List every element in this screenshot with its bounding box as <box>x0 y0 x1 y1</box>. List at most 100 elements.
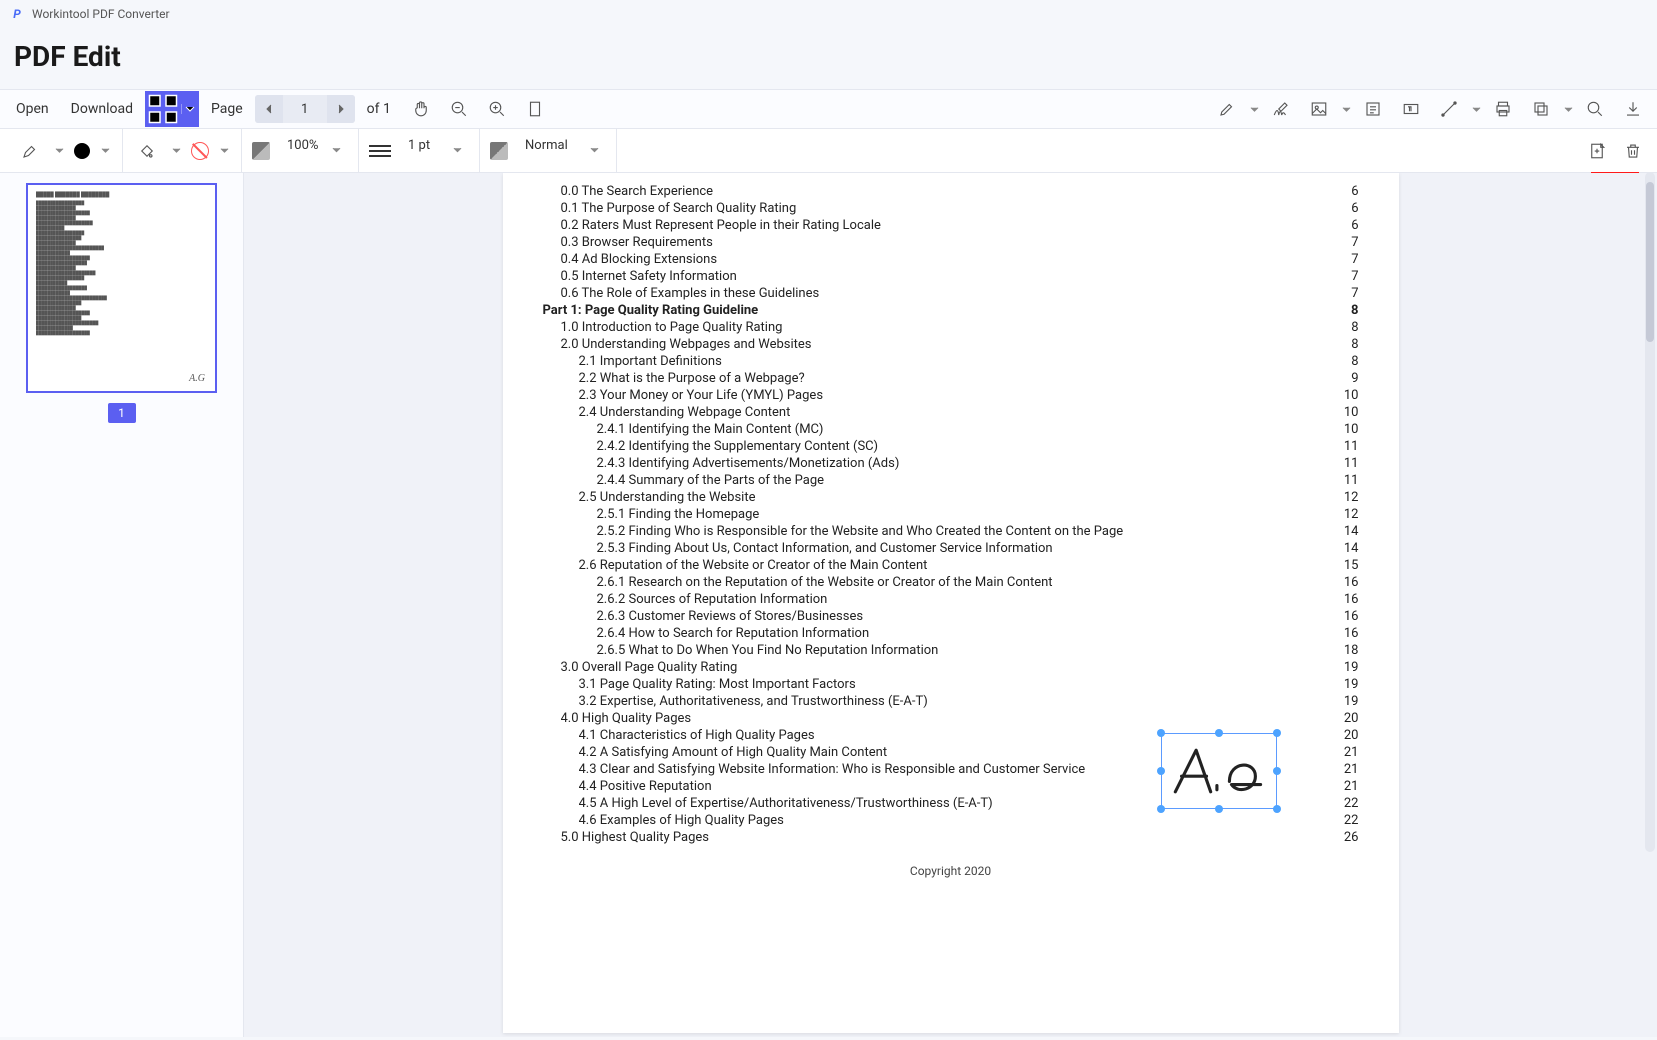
toc-row: 2.0 Understanding Webpages and Websites8 <box>543 336 1359 353</box>
border-color-dropdown[interactable] <box>217 146 231 155</box>
eyedropper-button[interactable] <box>16 137 44 165</box>
print-button[interactable] <box>1485 91 1521 127</box>
bucket-dropdown[interactable] <box>169 146 183 155</box>
copy-dropdown[interactable] <box>1561 105 1575 114</box>
toc-title: 2.6.5 What to Do When You Find No Reputa… <box>597 643 939 658</box>
image-button[interactable] <box>1301 91 1337 127</box>
toc-page: 22 <box>1329 796 1359 811</box>
toc-row: 2.6.2 Sources of Reputation Information1… <box>543 591 1359 608</box>
fill-color-swatch[interactable] <box>74 143 90 159</box>
textbox-button[interactable] <box>1393 91 1429 127</box>
blend-mode-select[interactable]: Normal <box>516 137 606 165</box>
toc-title: 2.6.4 How to Search for Reputation Infor… <box>597 626 870 641</box>
toc-title: 2.1 Important Definitions <box>579 354 722 369</box>
page-number-input[interactable] <box>283 95 327 123</box>
toc-title: 4.2 A Satisfying Amount of High Quality … <box>579 745 888 760</box>
toc-row: 2.6 Reputation of the Website or Creator… <box>543 557 1359 574</box>
toc-title: 2.4.4 Summary of the Parts of the Page <box>597 473 825 488</box>
resize-handle-n[interactable] <box>1215 729 1223 737</box>
toc-page: 7 <box>1329 286 1359 301</box>
toc-row: 2.2 What is the Purpose of a Webpage?9 <box>543 370 1359 387</box>
workspace: █████ ███████ ████████ █████████████████… <box>0 173 1657 1037</box>
thumbnails-toggle-button[interactable] <box>145 91 199 127</box>
toc-page: 15 <box>1329 558 1359 573</box>
open-button[interactable]: Open <box>6 95 59 123</box>
scrollbar-thumb[interactable] <box>1646 182 1654 342</box>
thumbnail-panel: █████ ███████ ████████ █████████████████… <box>0 173 244 1037</box>
add-page-button[interactable] <box>1579 133 1615 169</box>
resize-handle-nw[interactable] <box>1157 729 1165 737</box>
bucket-button[interactable] <box>133 137 161 165</box>
toc-title: 0.3 Browser Requirements <box>561 235 713 250</box>
toc-title: 0.4 Ad Blocking Extensions <box>561 252 718 267</box>
thumbnail-page-1[interactable]: █████ ███████ ████████ █████████████████… <box>26 183 217 393</box>
toc-title: 2.5.3 Finding About Us, Contact Informat… <box>597 541 1053 556</box>
signature-button[interactable] <box>1263 91 1299 127</box>
toc-title: 3.1 Page Quality Rating: Most Important … <box>579 677 856 692</box>
no-border-icon[interactable] <box>191 142 209 160</box>
signature-object[interactable] <box>1161 733 1277 809</box>
toc-row: 2.4.2 Identifying the Supplementary Cont… <box>543 438 1359 455</box>
toc-page: 21 <box>1329 745 1359 760</box>
toc-row: 0.3 Browser Requirements7 <box>543 234 1359 251</box>
toc-row: 0.2 Raters Must Represent People in thei… <box>543 217 1359 234</box>
toc-page: 16 <box>1329 626 1359 641</box>
vertical-scrollbar[interactable] <box>1645 172 1655 852</box>
note-button[interactable] <box>1355 91 1391 127</box>
toc-page: 12 <box>1329 507 1359 522</box>
toc-title: 2.4.2 Identifying the Supplementary Cont… <box>597 439 879 454</box>
resize-handle-se[interactable] <box>1273 805 1281 813</box>
toc-page: 16 <box>1329 609 1359 624</box>
line-tool-dropdown[interactable] <box>1469 105 1483 114</box>
toc-title: 2.0 Understanding Webpages and Websites <box>561 337 812 352</box>
prev-page-button[interactable] <box>255 95 283 123</box>
toc-page: 10 <box>1329 388 1359 403</box>
copyright-text: Copyright 2020 <box>543 864 1359 878</box>
fill-color-dropdown[interactable] <box>98 146 112 155</box>
blend-icon <box>490 142 508 160</box>
format-toolbar: 100% 1 pt Normal <box>0 129 1657 173</box>
toc-row: 2.6.1 Research on the Reputation of the … <box>543 574 1359 591</box>
zoom-out-button[interactable] <box>441 91 477 127</box>
fit-page-button[interactable] <box>517 91 553 127</box>
save-download-button[interactable] <box>1615 91 1651 127</box>
resize-handle-w[interactable] <box>1157 767 1165 775</box>
document-canvas[interactable]: 0.0 The Search Experience60.1 The Purpos… <box>244 173 1657 1037</box>
hand-pan-button[interactable] <box>403 91 439 127</box>
toc-page: 11 <box>1329 439 1359 454</box>
search-button[interactable] <box>1577 91 1613 127</box>
pdf-page: 0.0 The Search Experience60.1 The Purpos… <box>503 173 1399 1033</box>
toc-page: 6 <box>1329 184 1359 199</box>
download-button[interactable]: Download <box>61 95 143 123</box>
toc-title: 2.4.1 Identifying the Main Content (MC) <box>597 422 824 437</box>
toc-title: 1.0 Introduction to Page Quality Rating <box>561 320 783 335</box>
toc-title: 3.0 Overall Page Quality Rating <box>561 660 738 675</box>
eyedropper-dropdown[interactable] <box>52 146 66 155</box>
stroke-width-select[interactable]: 1 pt <box>399 137 469 165</box>
toc-title: 2.2 What is the Purpose of a Webpage? <box>579 371 805 386</box>
zoom-select[interactable]: 100% <box>278 137 348 165</box>
delete-button[interactable] <box>1615 133 1651 169</box>
toc-title: 2.6.1 Research on the Reputation of the … <box>597 575 1053 590</box>
copy-button[interactable] <box>1523 91 1559 127</box>
resize-handle-e[interactable] <box>1273 767 1281 775</box>
resize-handle-s[interactable] <box>1215 805 1223 813</box>
image-dropdown[interactable] <box>1339 105 1353 114</box>
line-tool-button[interactable] <box>1431 91 1467 127</box>
thumbnail-signature: A.G <box>189 376 205 381</box>
highlight-button[interactable] <box>1209 91 1245 127</box>
toc-page: 21 <box>1329 779 1359 794</box>
toc-title: 0.2 Raters Must Represent People in thei… <box>561 218 881 233</box>
resize-handle-sw[interactable] <box>1157 805 1165 813</box>
window-titlebar: P Workintool PDF Converter <box>0 0 1657 28</box>
signature-glyph <box>1167 739 1271 803</box>
app-logo-icon: P <box>10 7 24 21</box>
resize-handle-ne[interactable] <box>1273 729 1281 737</box>
toc-page: 8 <box>1329 303 1359 318</box>
toc-title: 4.6 Examples of High Quality Pages <box>579 813 784 828</box>
zoom-in-button[interactable] <box>479 91 515 127</box>
highlight-dropdown[interactable] <box>1247 105 1261 114</box>
toc-title: 5.0 Highest Quality Pages <box>561 830 709 845</box>
next-page-button[interactable] <box>327 95 355 123</box>
chevron-down-icon[interactable] <box>181 104 199 114</box>
